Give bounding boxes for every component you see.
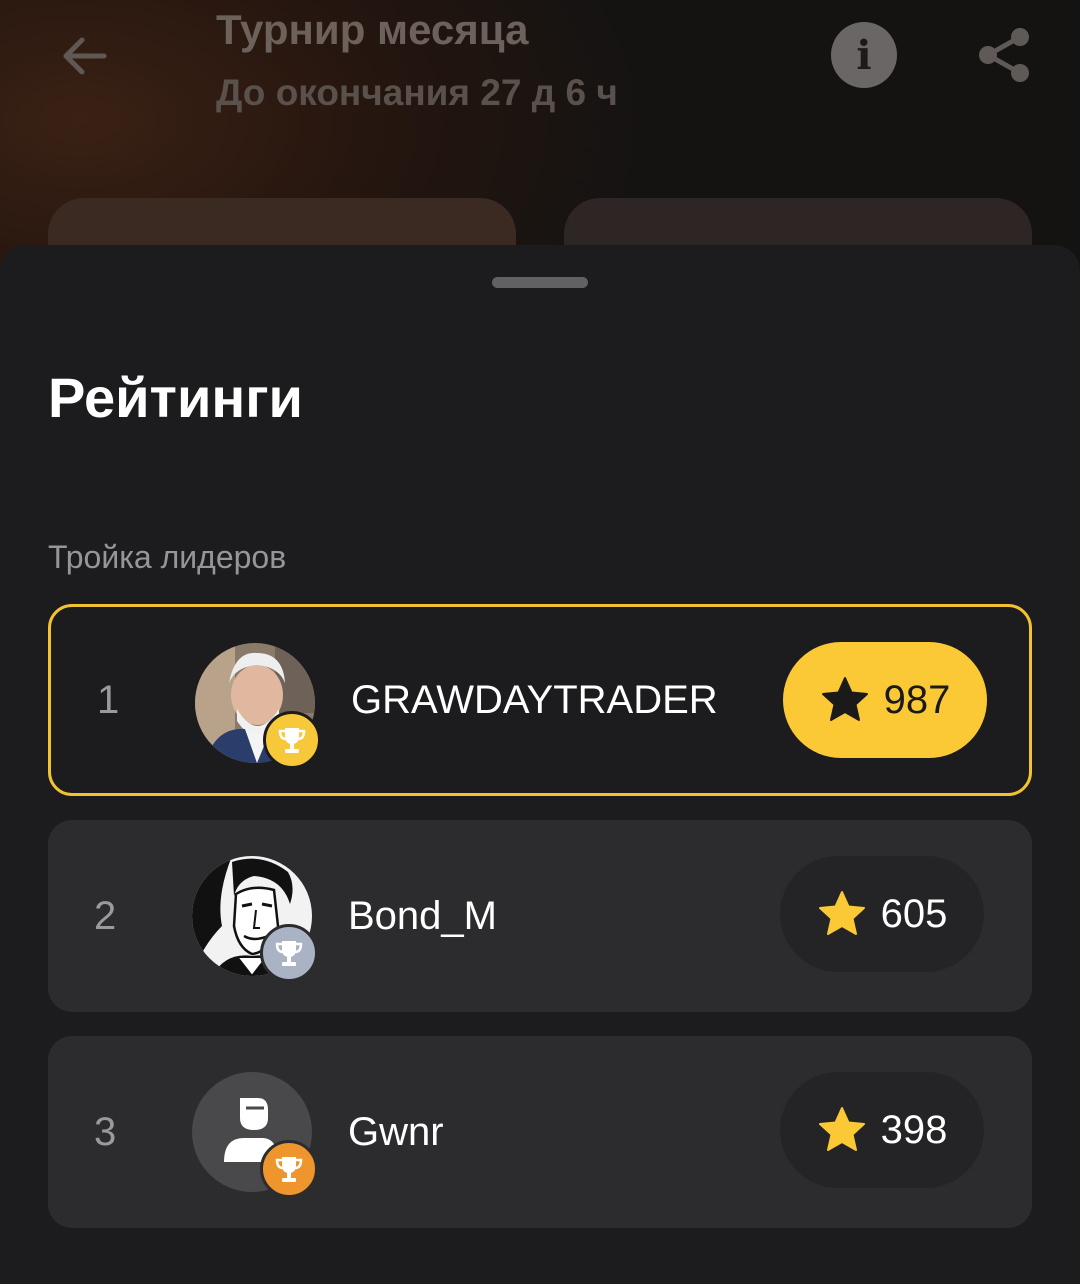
leader-row[interactable]: 1 GRAWDAYTRADER 987 (48, 604, 1032, 796)
bronze-trophy-badge (260, 1140, 318, 1198)
star-icon (818, 1107, 865, 1151)
score-badge: 987 (783, 642, 987, 758)
leader-row[interactable]: 2 Bond_M 605 (48, 820, 1032, 1012)
trophy-icon (275, 941, 303, 966)
score-badge: 398 (780, 1072, 984, 1188)
top-bar: Турнир месяца До окончания 27 д 6 ч i (0, 0, 1080, 318)
info-icon: i (856, 31, 872, 79)
sheet-title: Рейтинги (48, 366, 303, 429)
section-label: Тройка лидеров (48, 539, 287, 575)
avatar (195, 643, 321, 769)
username: GRAWDAYTRADER (351, 677, 718, 722)
header-titles: Турнир месяца До окончания 27 д 6 ч (216, 4, 618, 116)
rank-number: 3 (94, 1109, 117, 1154)
info-button[interactable]: i (831, 22, 897, 88)
star-icon (821, 677, 868, 721)
score-value: 398 (880, 1107, 948, 1152)
share-icon (979, 28, 1029, 82)
silver-trophy-badge (260, 924, 318, 982)
rank-number: 2 (94, 893, 117, 938)
trophy-icon (275, 1157, 303, 1182)
gold-trophy-badge (263, 711, 321, 769)
leader-row[interactable]: 3 Gwnr 398 (48, 1036, 1032, 1228)
rank-number: 1 (97, 677, 120, 722)
score-value: 605 (880, 891, 948, 936)
username: Gwnr (348, 1109, 444, 1154)
avatar (192, 856, 318, 982)
screen: Турнир месяца До окончания 27 д 6 ч i Ре… (0, 0, 1080, 1284)
score-badge: 605 (780, 856, 984, 972)
sheet-drag-handle[interactable] (492, 277, 588, 288)
trophy-icon (278, 728, 306, 753)
ratings-bottom-sheet: Рейтинги Тройка лидеров 1 GRAWDAYTRADER … (0, 245, 1080, 1284)
star-icon (818, 891, 865, 935)
username: Bond_M (348, 893, 497, 938)
score-value: 987 (883, 677, 951, 722)
avatar (192, 1072, 318, 1198)
share-button[interactable] (972, 22, 1038, 88)
arrow-left-icon (63, 37, 107, 75)
countdown-subtitle: До окончания 27 д 6 ч (216, 72, 618, 113)
back-button[interactable] (52, 24, 116, 88)
page-title: Турнир месяца (216, 6, 529, 53)
